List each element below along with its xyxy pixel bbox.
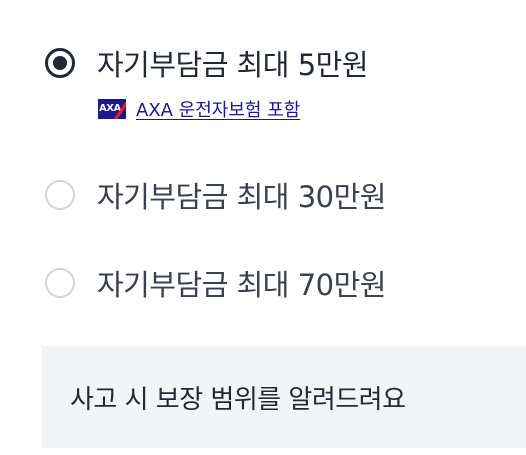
radio-unchecked-icon[interactable] — [45, 180, 75, 210]
radio-unchecked-icon[interactable] — [45, 268, 75, 298]
axa-included-note: AXA AXA 운전자보험 포함 — [98, 96, 300, 122]
option-label: 자기부담금 최대 5만원 — [97, 48, 369, 82]
deductible-option-30[interactable]: 자기부담금 최대 30만원 — [45, 174, 386, 216]
deductible-option-5[interactable]: 자기부담금 최대 5만원 — [45, 42, 369, 84]
deductible-option-70[interactable]: 자기부담금 최대 70만원 — [45, 262, 386, 304]
coverage-info-button[interactable]: 사고 시 보장 범위를 알려드려요 — [42, 346, 526, 448]
axa-insurance-link[interactable]: AXA 운전자보험 포함 — [136, 96, 300, 122]
option-label: 자기부담금 최대 30만원 — [97, 180, 386, 214]
radio-dot — [53, 56, 67, 70]
coverage-info-text: 사고 시 보장 범위를 알려드려요 — [70, 384, 406, 415]
option-label: 자기부담금 최대 70만원 — [97, 268, 386, 302]
axa-logo-icon: AXA — [98, 99, 126, 119]
radio-checked-icon[interactable] — [45, 48, 75, 78]
